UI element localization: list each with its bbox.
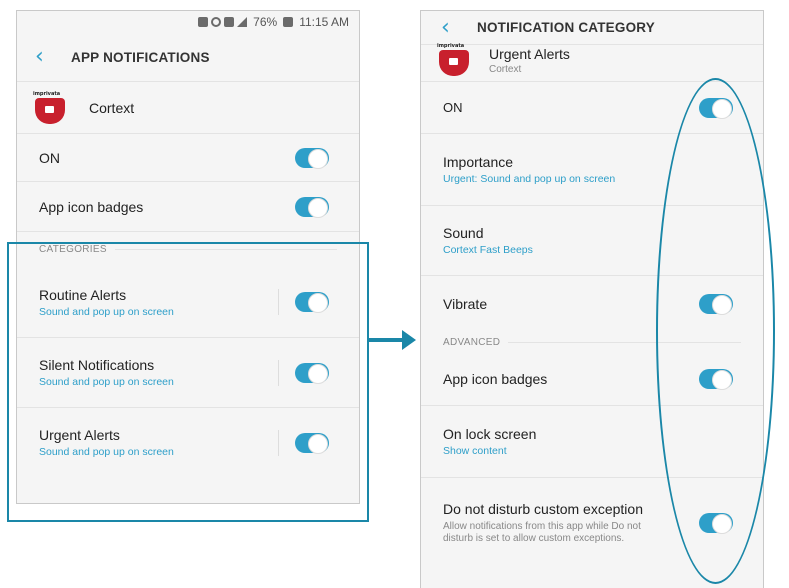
category-name: Urgent Alerts	[489, 45, 570, 62]
app-logo-icon	[439, 50, 469, 76]
app-icon-badges-label: App icon badges	[443, 371, 548, 387]
app-row: imprivata Urgent Alerts Cortext	[421, 39, 763, 81]
image-icon	[224, 17, 235, 27]
app-row: imprivata Cortext	[17, 81, 359, 133]
arrow-icon	[402, 330, 416, 350]
clock-text: 11:15 AM	[299, 15, 349, 29]
lock-screen-label: On lock screen	[443, 426, 537, 442]
page-title: APP NOTIFICATIONS	[71, 49, 210, 65]
arrow-line	[369, 338, 405, 342]
importance-label: Importance	[443, 154, 514, 170]
on-row[interactable]: ON	[17, 133, 359, 181]
back-chevron-icon[interactable]: ‹	[441, 16, 467, 39]
status-bar: 76% 11:15 AM	[17, 11, 359, 33]
lock-screen-value: Show content	[443, 445, 507, 457]
app-icon-badges-label: App icon badges	[39, 198, 144, 215]
status-icons	[198, 17, 248, 27]
app-brand: imprivata	[33, 90, 61, 97]
dnd-description: Allow notifications from this app while …	[443, 520, 641, 544]
vibrate-label: Vibrate	[443, 295, 488, 312]
app-name: Cortext	[89, 99, 135, 116]
battery-icon	[283, 17, 294, 27]
back-chevron-icon[interactable]: ‹	[35, 46, 61, 68]
highlight-box	[7, 242, 369, 522]
on-label: ON	[39, 149, 60, 166]
app-icon-badges-row[interactable]: App icon badges	[17, 181, 359, 231]
sound-value: Cortext Fast Beeps	[443, 244, 533, 256]
app-icon: imprivata	[437, 43, 471, 76]
dnd-label: Do not disturb custom exception	[443, 500, 643, 517]
signal-icon	[237, 17, 248, 27]
importance-value: Urgent: Sound and pop up on screen	[443, 173, 616, 185]
on-toggle[interactable]	[295, 147, 329, 169]
sound-label: Sound	[443, 225, 484, 241]
notification-icon	[198, 17, 209, 27]
battery-text: 76%	[253, 15, 278, 29]
on-label: ON	[443, 100, 463, 115]
page-title: NOTIFICATION CATEGORY	[477, 20, 655, 35]
alert-icon	[211, 17, 222, 27]
app-icon-badges-toggle[interactable]	[295, 196, 329, 218]
header: ‹ APP NOTIFICATIONS	[17, 33, 359, 81]
app-brand: imprivata	[437, 43, 465, 49]
highlight-oval	[656, 78, 775, 584]
app-icon: imprivata	[33, 90, 67, 124]
app-name: Cortext	[489, 63, 522, 75]
app-logo-icon	[35, 97, 65, 124]
